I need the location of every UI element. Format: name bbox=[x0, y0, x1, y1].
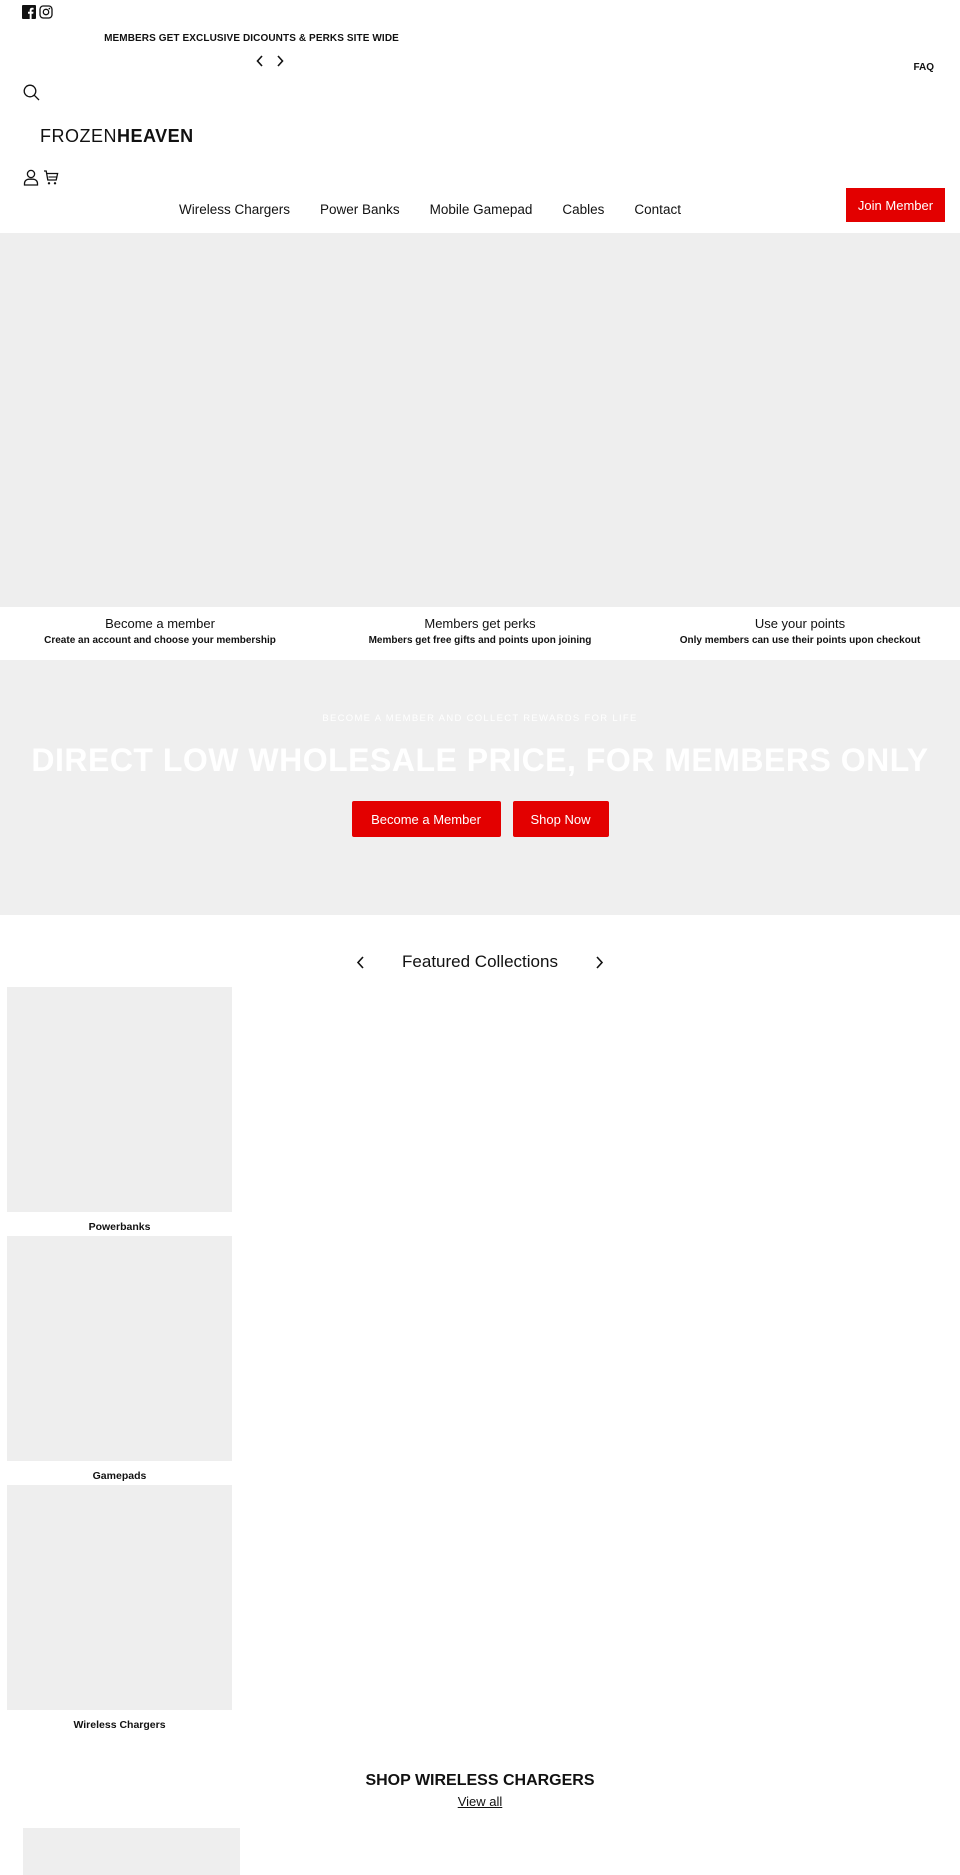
nav-item-mobile-gamepad[interactable]: Mobile Gamepad bbox=[430, 202, 533, 217]
chevron-right-icon bbox=[596, 955, 604, 969]
collection-image-powerbanks[interactable] bbox=[7, 987, 232, 1212]
collection-image-gamepads[interactable] bbox=[7, 1236, 232, 1461]
chevron-left-icon bbox=[256, 55, 263, 67]
collection-image-wireless-chargers[interactable] bbox=[7, 1485, 232, 1710]
join-member-button[interactable]: Join Member bbox=[846, 188, 945, 222]
perk-text: Only members can use their points upon c… bbox=[679, 635, 921, 646]
cart-icon bbox=[44, 170, 59, 185]
facebook-link[interactable] bbox=[22, 5, 36, 19]
perk-text: Create an account and choose your member… bbox=[44, 635, 276, 646]
account-button[interactable] bbox=[23, 169, 39, 186]
collection-label-wireless-chargers[interactable]: Wireless Chargers bbox=[7, 1719, 232, 1731]
nav-item-contact[interactable]: Contact bbox=[634, 202, 681, 217]
instagram-link[interactable] bbox=[39, 5, 53, 19]
announcement-prev-button[interactable] bbox=[254, 54, 266, 68]
main-navigation: Wireless Chargers Power Banks Mobile Gam… bbox=[179, 202, 681, 217]
announcement-next-button[interactable] bbox=[274, 54, 286, 68]
view-all-wrapper: View all bbox=[0, 1794, 960, 1809]
nav-item-wireless-chargers[interactable]: Wireless Chargers bbox=[179, 202, 290, 217]
search-icon bbox=[23, 84, 40, 101]
featured-collections-header: Featured Collections bbox=[0, 952, 960, 972]
hero-image bbox=[0, 233, 960, 607]
featured-collections-title: Featured Collections bbox=[402, 952, 558, 971]
banner-headline: DIRECT LOW WHOLESALE PRICE, FOR MEMBERS … bbox=[31, 742, 929, 778]
social-links bbox=[22, 5, 53, 19]
perks-row: Become a member Create an account and ch… bbox=[0, 607, 960, 660]
search-button[interactable] bbox=[23, 84, 40, 101]
nav-item-power-banks[interactable]: Power Banks bbox=[320, 202, 400, 217]
perk-title: Use your points bbox=[754, 616, 846, 631]
cart-button[interactable] bbox=[43, 169, 59, 186]
perk-text: Members get free gifts and points upon j… bbox=[368, 635, 592, 646]
user-icon bbox=[23, 169, 39, 186]
account-actions bbox=[23, 169, 59, 186]
facebook-icon bbox=[22, 5, 36, 19]
logo-text-light: FROZEN bbox=[40, 126, 117, 146]
site-logo[interactable]: FROZENHEAVEN bbox=[40, 126, 194, 147]
collection-label-powerbanks[interactable]: Powerbanks bbox=[7, 1221, 232, 1233]
featured-prev-button[interactable] bbox=[352, 953, 368, 971]
collection-label-gamepads[interactable]: Gamepads bbox=[7, 1470, 232, 1482]
perk-title: Become a member bbox=[105, 616, 215, 631]
shop-now-button[interactable]: Shop Now bbox=[512, 801, 609, 837]
banner-actions: Become a Member Shop Now bbox=[0, 801, 960, 837]
announcement-controls bbox=[254, 54, 286, 68]
perk-use-points: Use your points Only members can use the… bbox=[640, 607, 960, 660]
chevron-left-icon bbox=[356, 955, 364, 969]
perk-become-member: Become a member Create an account and ch… bbox=[0, 607, 320, 660]
faq-link[interactable]: FAQ bbox=[913, 62, 934, 73]
become-member-button[interactable]: Become a Member bbox=[351, 801, 501, 837]
product-card-image[interactable] bbox=[23, 1828, 240, 1875]
perk-members-get-perks: Members get perks Members get free gifts… bbox=[320, 607, 640, 660]
nav-item-cables[interactable]: Cables bbox=[562, 202, 604, 217]
view-all-link[interactable]: View all bbox=[458, 1794, 503, 1809]
shop-section-title: SHOP WIRELESS CHARGERS bbox=[365, 1772, 595, 1789]
featured-next-button[interactable] bbox=[592, 953, 608, 971]
logo-text-bold: HEAVEN bbox=[117, 126, 194, 146]
chevron-right-icon bbox=[277, 55, 284, 67]
banner-eyebrow: BECOME A MEMBER AND COLLECT REWARDS FOR … bbox=[322, 713, 638, 724]
announcement-text: MEMBERS GET EXCLUSIVE DICOUNTS & PERKS S… bbox=[104, 33, 399, 44]
instagram-icon bbox=[39, 5, 53, 19]
promo-banner: BECOME A MEMBER AND COLLECT REWARDS FOR … bbox=[0, 660, 960, 915]
perk-title: Members get perks bbox=[424, 616, 536, 631]
